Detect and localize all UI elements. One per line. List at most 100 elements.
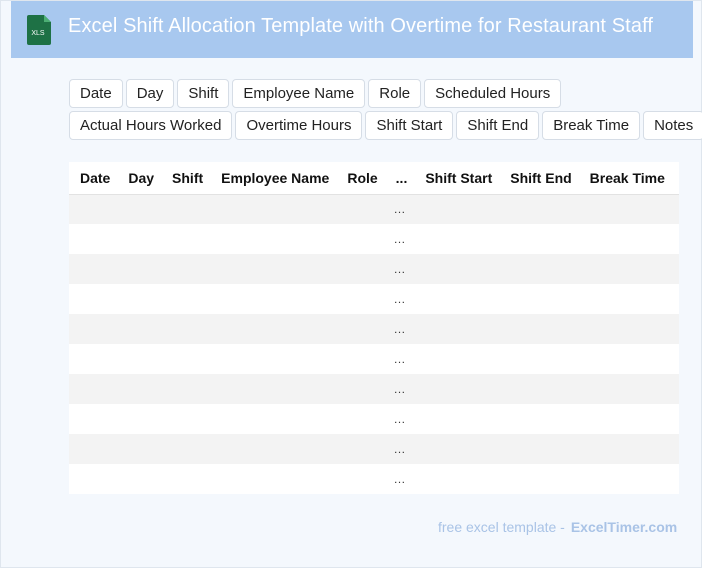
- table-cell[interactable]: [69, 284, 118, 314]
- table-cell[interactable]: [414, 224, 500, 254]
- table-cell[interactable]: [414, 284, 500, 314]
- table-cell[interactable]: [117, 194, 162, 224]
- table-cell[interactable]: [336, 314, 385, 344]
- table-cell[interactable]: [210, 194, 337, 224]
- table-cell[interactable]: [69, 464, 118, 494]
- table-cell[interactable]: [69, 404, 118, 434]
- table-cell[interactable]: [671, 434, 679, 464]
- field-chip-overtime-hours[interactable]: Overtime Hours: [235, 111, 363, 140]
- field-chip-break-time[interactable]: Break Time: [542, 111, 641, 140]
- table-cell[interactable]: [336, 374, 385, 404]
- table-cell[interactable]: [210, 314, 337, 344]
- table-cell[interactable]: [117, 404, 162, 434]
- table-cell[interactable]: [578, 314, 672, 344]
- table-cell[interactable]: [161, 344, 211, 374]
- table-cell[interactable]: [499, 464, 579, 494]
- table-cell[interactable]: [499, 404, 579, 434]
- table-cell[interactable]: [671, 344, 679, 374]
- ellipsis-cell[interactable]: …: [384, 254, 415, 284]
- field-chip-date[interactable]: Date: [69, 79, 123, 108]
- table-cell[interactable]: [336, 434, 385, 464]
- table-cell[interactable]: [210, 434, 337, 464]
- table-cell[interactable]: [414, 314, 500, 344]
- table-cell[interactable]: [336, 344, 385, 374]
- table-cell[interactable]: [499, 374, 579, 404]
- table-cell[interactable]: [671, 224, 679, 254]
- table-cell[interactable]: [69, 434, 118, 464]
- table-cell[interactable]: [69, 314, 118, 344]
- table-cell[interactable]: [414, 404, 500, 434]
- ellipsis-cell[interactable]: …: [384, 404, 415, 434]
- table-cell[interactable]: [578, 374, 672, 404]
- table-cell[interactable]: [671, 254, 679, 284]
- table-cell[interactable]: [161, 254, 211, 284]
- table-cell[interactable]: [336, 194, 385, 224]
- table-cell[interactable]: [161, 284, 211, 314]
- field-chip-role[interactable]: Role: [368, 79, 422, 108]
- table-cell[interactable]: [414, 434, 500, 464]
- table-cell[interactable]: [336, 404, 385, 434]
- table-cell[interactable]: [161, 374, 211, 404]
- table-cell[interactable]: [671, 314, 679, 344]
- table-cell[interactable]: [210, 374, 337, 404]
- field-chip-notes[interactable]: Notes: [643, 111, 702, 140]
- table-cell[interactable]: [117, 434, 162, 464]
- table-cell[interactable]: [414, 374, 500, 404]
- table-cell[interactable]: [69, 344, 118, 374]
- ellipsis-cell[interactable]: …: [384, 314, 415, 344]
- table-cell[interactable]: [161, 404, 211, 434]
- table-cell[interactable]: [671, 194, 679, 224]
- table-cell[interactable]: [117, 254, 162, 284]
- table-cell[interactable]: [499, 284, 579, 314]
- table-cell[interactable]: [578, 404, 672, 434]
- field-chip-scheduled-hours[interactable]: Scheduled Hours: [424, 79, 562, 108]
- ellipsis-cell[interactable]: …: [384, 434, 415, 464]
- table-cell[interactable]: [69, 254, 118, 284]
- table-cell[interactable]: [69, 224, 118, 254]
- table-cell[interactable]: [414, 344, 500, 374]
- table-cell[interactable]: [578, 284, 672, 314]
- table-cell[interactable]: [161, 194, 211, 224]
- table-cell[interactable]: [210, 404, 337, 434]
- field-chip-shift[interactable]: Shift: [177, 79, 230, 108]
- ellipsis-cell[interactable]: …: [384, 194, 415, 224]
- table-cell[interactable]: [414, 464, 500, 494]
- field-chip-day[interactable]: Day: [125, 79, 175, 108]
- table-cell[interactable]: [69, 194, 118, 224]
- table-cell[interactable]: [117, 314, 162, 344]
- table-cell[interactable]: [414, 194, 500, 224]
- table-cell[interactable]: [336, 254, 385, 284]
- ellipsis-cell[interactable]: …: [384, 374, 415, 404]
- table-cell[interactable]: [117, 224, 162, 254]
- table-cell[interactable]: [161, 224, 211, 254]
- table-cell[interactable]: [578, 464, 672, 494]
- table-cell[interactable]: [578, 344, 672, 374]
- table-cell[interactable]: [499, 194, 579, 224]
- table-cell[interactable]: [414, 254, 500, 284]
- table-cell[interactable]: [499, 224, 579, 254]
- table-cell[interactable]: [499, 434, 579, 464]
- table-cell[interactable]: [161, 314, 211, 344]
- ellipsis-cell[interactable]: …: [384, 344, 415, 374]
- table-cell[interactable]: [671, 404, 679, 434]
- table-cell[interactable]: [499, 314, 579, 344]
- table-cell[interactable]: [69, 374, 118, 404]
- table-cell[interactable]: [210, 344, 337, 374]
- ellipsis-cell[interactable]: …: [384, 224, 415, 254]
- table-cell[interactable]: [336, 464, 385, 494]
- ellipsis-cell[interactable]: …: [384, 284, 415, 314]
- table-cell[interactable]: [161, 434, 211, 464]
- ellipsis-cell[interactable]: …: [384, 464, 415, 494]
- table-cell[interactable]: [210, 224, 337, 254]
- field-chip-employee-name[interactable]: Employee Name: [232, 79, 366, 108]
- table-cell[interactable]: [578, 434, 672, 464]
- table-cell[interactable]: [671, 284, 679, 314]
- table-cell[interactable]: [578, 224, 672, 254]
- table-cell[interactable]: [336, 284, 385, 314]
- table-cell[interactable]: [117, 344, 162, 374]
- table-cell[interactable]: [210, 464, 337, 494]
- table-cell[interactable]: [161, 464, 211, 494]
- field-chip-shift-start[interactable]: Shift Start: [365, 111, 454, 140]
- table-cell[interactable]: [117, 464, 162, 494]
- table-cell[interactable]: [117, 284, 162, 314]
